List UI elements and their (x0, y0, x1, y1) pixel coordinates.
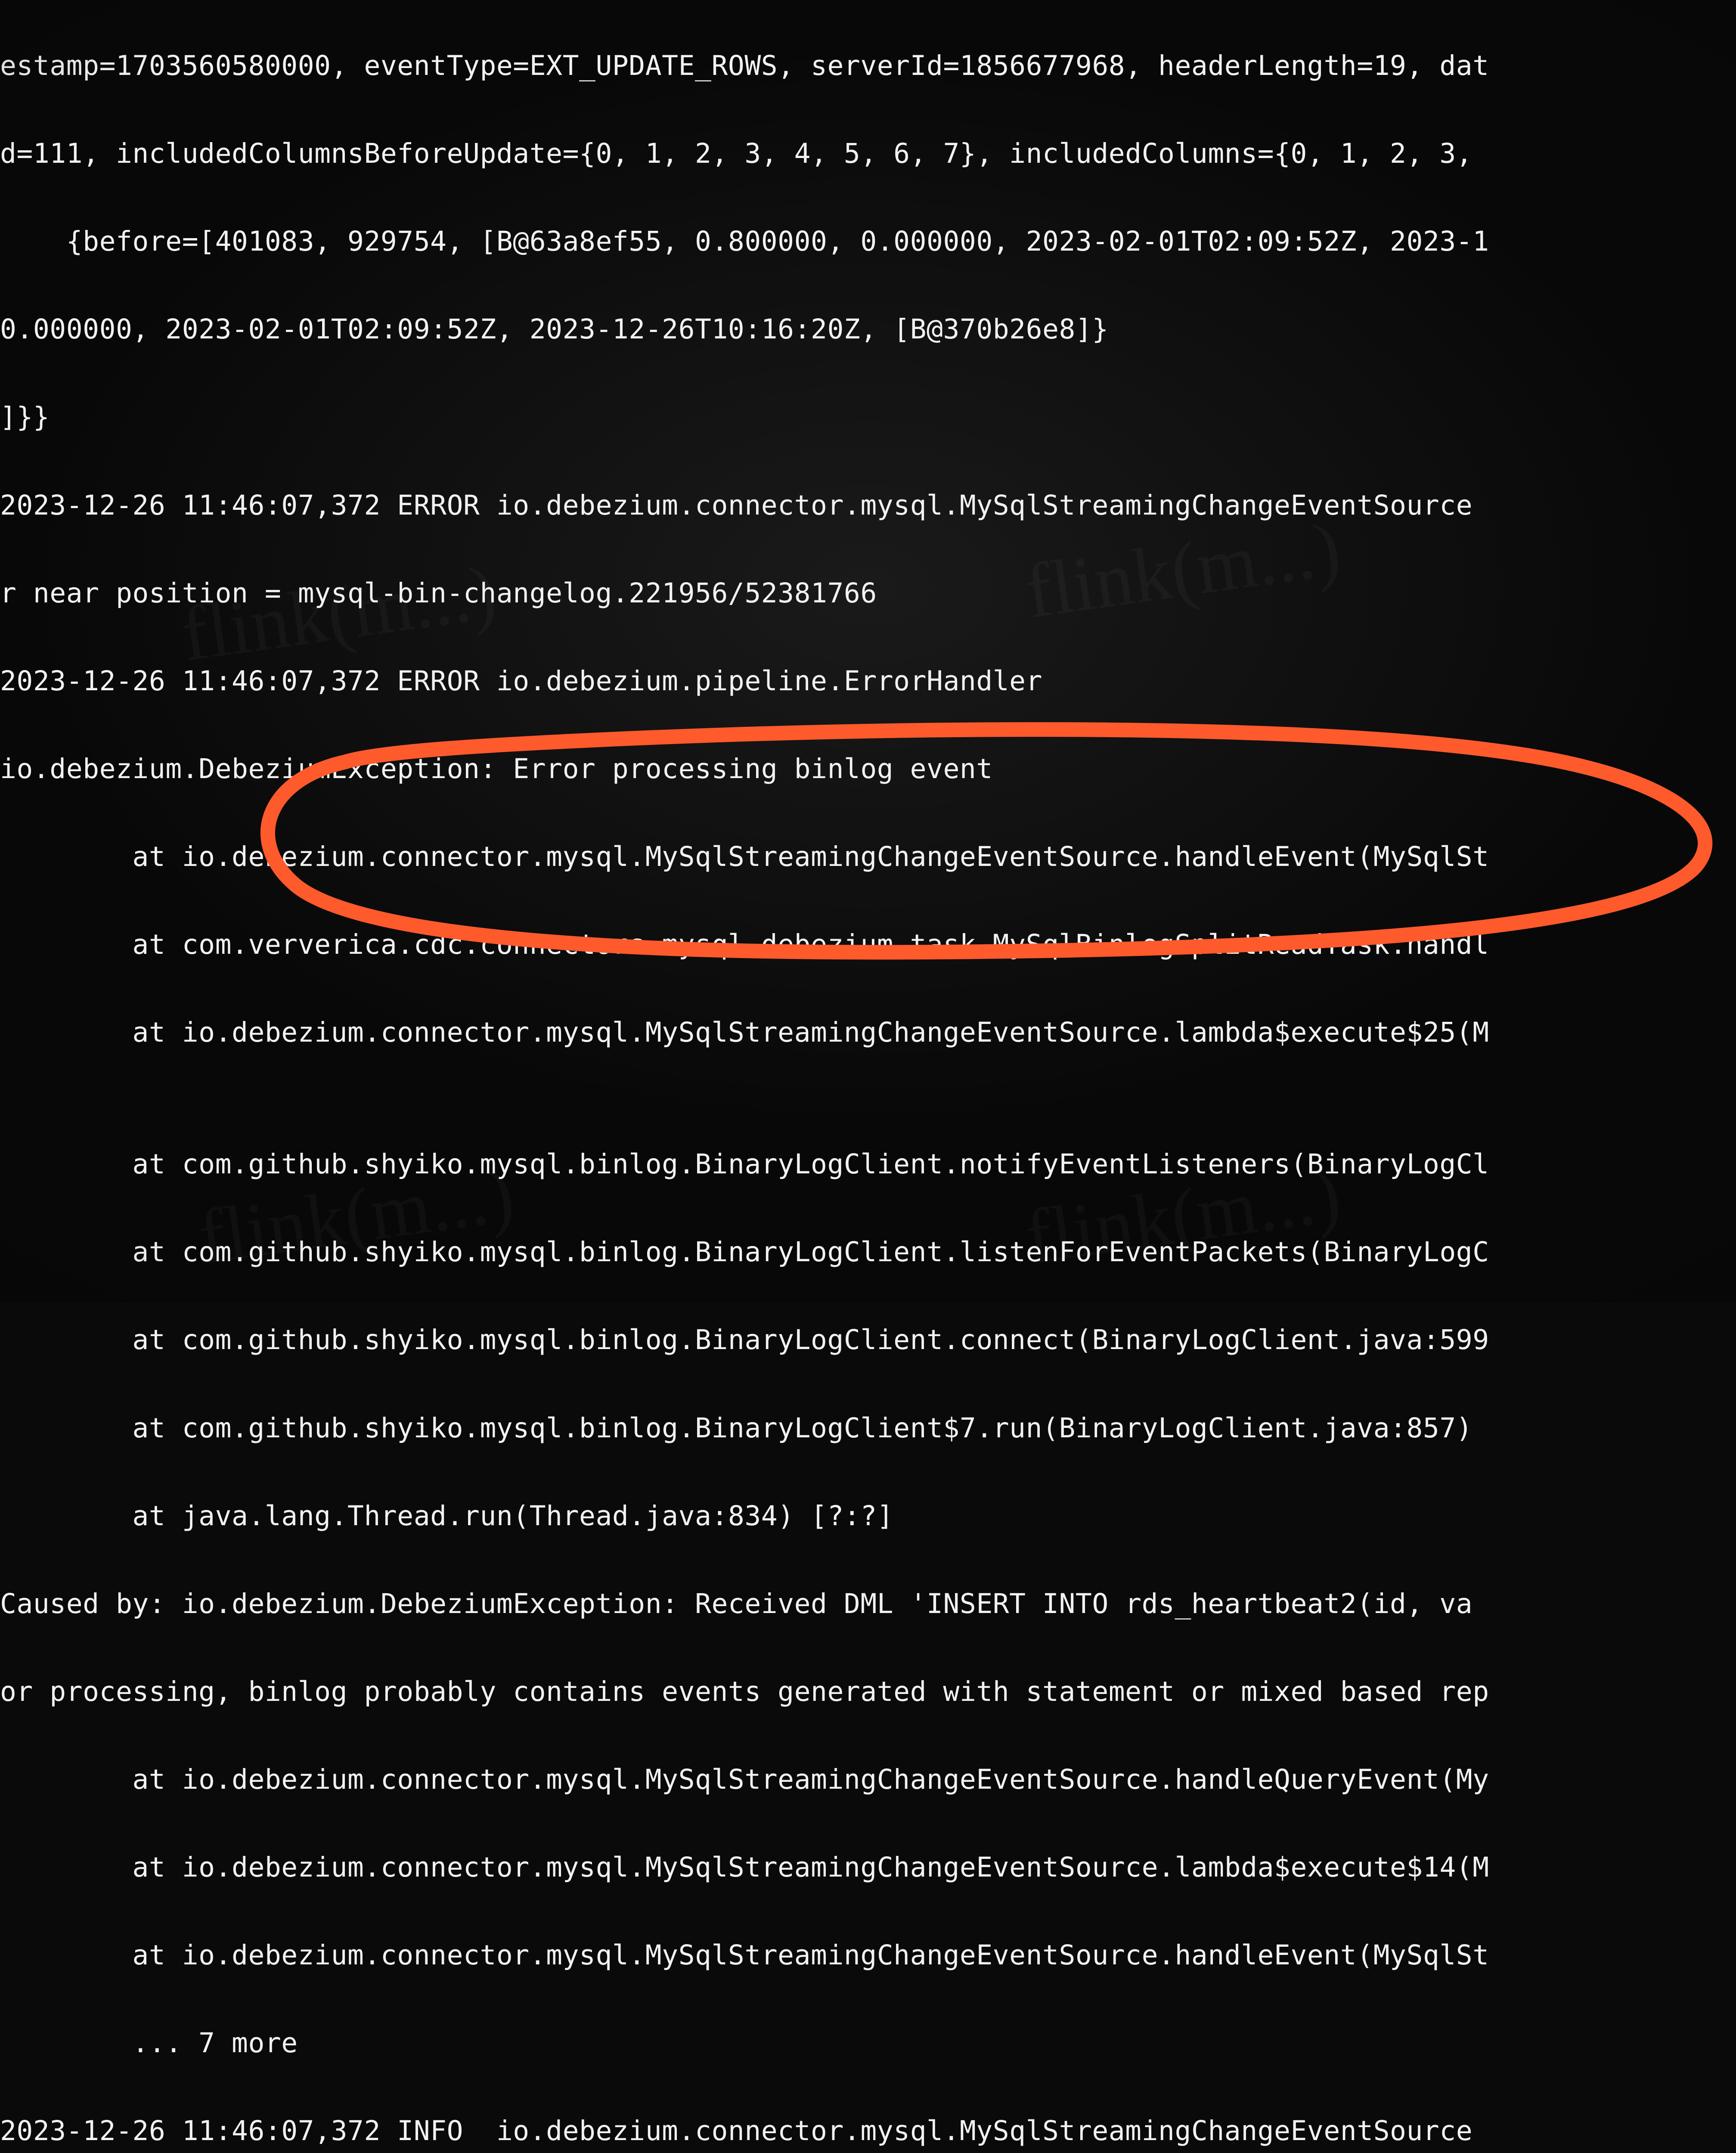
log-line: at java.lang.Thread.run(Thread.java:834)… (0, 1494, 1736, 1538)
log-line: at com.github.shyiko.mysql.binlog.Binary… (0, 1406, 1736, 1450)
log-line: 2023-12-26 11:46:07,372 INFO io.debezium… (0, 2109, 1736, 2153)
log-line: at com.github.shyiko.mysql.binlog.Binary… (0, 1230, 1736, 1274)
log-line: io.debezium.DebeziumException: Error pro… (0, 747, 1736, 791)
log-line: ... 7 more (0, 2021, 1736, 2065)
log-line: d=111, includedColumnsBeforeUpdate={0, 1… (0, 132, 1736, 176)
log-line: or processing, binlog probably contains … (0, 1670, 1736, 1714)
log-line: at io.debezium.connector.mysql.MySqlStre… (0, 1011, 1736, 1055)
log-line: 2023-12-26 11:46:07,372 ERROR io.debeziu… (0, 484, 1736, 527)
log-line: at io.debezium.connector.mysql.MySqlStre… (0, 1933, 1736, 1977)
log-line: 2023-12-26 11:46:07,372 ERROR io.debeziu… (0, 659, 1736, 703)
log-line: at io.debezium.connector.mysql.MySqlStre… (0, 1758, 1736, 1802)
log-line: Caused by: io.debezium.DebeziumException… (0, 1582, 1736, 1626)
log-line: at io.debezium.connector.mysql.MySqlStre… (0, 835, 1736, 879)
log-line: at com.github.shyiko.mysql.binlog.Binary… (0, 1318, 1736, 1362)
log-line: estamp=1703560580000, eventType=EXT_UPDA… (0, 44, 1736, 88)
log-line: 0.000000, 2023-02-01T02:09:52Z, 2023-12-… (0, 307, 1736, 351)
log-line: at com.github.shyiko.mysql.binlog.Binary… (0, 1142, 1736, 1186)
terminal-output: estamp=1703560580000, eventType=EXT_UPDA… (0, 0, 1736, 1302)
log-line: at io.debezium.connector.mysql.MySqlStre… (0, 1846, 1736, 1889)
log-line: ]}} (0, 395, 1736, 439)
log-line: r near position = mysql-bin-changelog.22… (0, 571, 1736, 615)
log-line: at com.ververica.cdc.connectors.mysql.de… (0, 923, 1736, 967)
log-line: {before=[401083, 929754, [B@63a8ef55, 0.… (0, 220, 1736, 264)
